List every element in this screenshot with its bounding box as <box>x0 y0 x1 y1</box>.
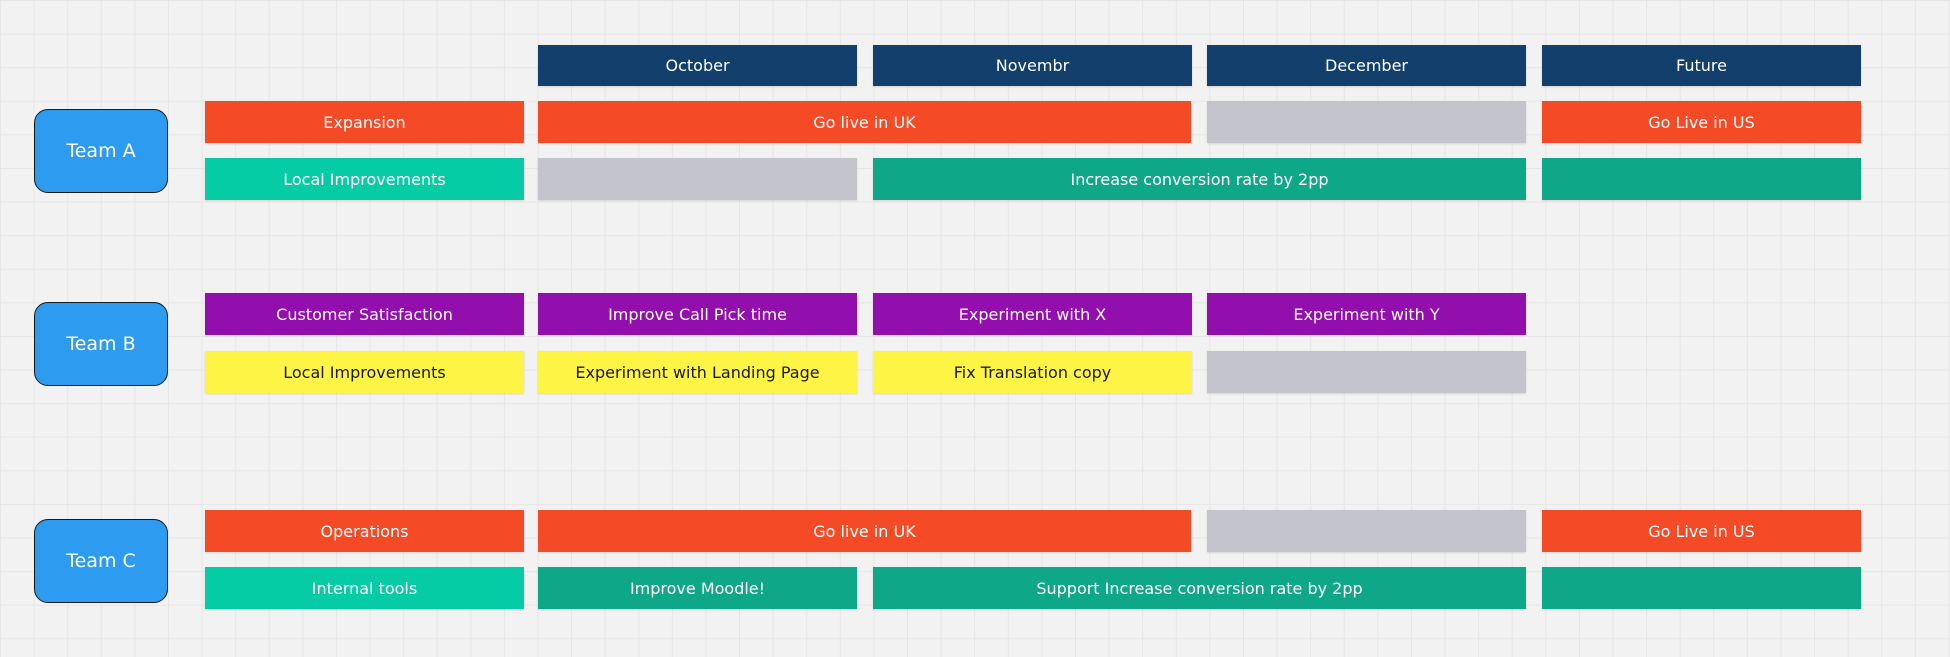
month-header-novembr[interactable]: Novembr <box>873 45 1192 86</box>
team-label-team-c[interactable]: Team C <box>34 519 168 603</box>
sticky-card-local-improvements[interactable]: Local Improvements <box>205 158 524 200</box>
sticky-card-increase-conversion-rate-by-2pp[interactable]: Increase conversion rate by 2pp <box>873 158 1526 200</box>
sticky-card-fix-translation-copy[interactable]: Fix Translation copy <box>873 351 1192 393</box>
empty-card[interactable] <box>1207 351 1526 393</box>
empty-card[interactable] <box>1542 158 1861 200</box>
empty-card[interactable] <box>1207 510 1526 552</box>
team-label-team-b[interactable]: Team B <box>34 302 168 386</box>
empty-card[interactable] <box>1542 567 1861 609</box>
empty-card[interactable] <box>1207 101 1526 143</box>
sticky-card-improve-moodle[interactable]: Improve Moodle! <box>538 567 857 609</box>
sticky-card-experiment-with-x[interactable]: Experiment with X <box>873 293 1192 335</box>
sticky-card-go-live-in-us[interactable]: Go Live in US <box>1542 101 1861 143</box>
team-label-team-a[interactable]: Team A <box>34 109 168 193</box>
sticky-card-go-live-in-uk[interactable]: Go live in UK <box>538 101 1191 143</box>
sticky-card-go-live-in-uk[interactable]: Go live in UK <box>538 510 1191 552</box>
sticky-card-local-improvements[interactable]: Local Improvements <box>205 351 524 393</box>
month-header-october[interactable]: October <box>538 45 857 86</box>
sticky-card-expansion[interactable]: Expansion <box>205 101 524 143</box>
sticky-card-experiment-with-y[interactable]: Experiment with Y <box>1207 293 1526 335</box>
sticky-card-operations[interactable]: Operations <box>205 510 524 552</box>
month-header-future[interactable]: Future <box>1542 45 1861 86</box>
month-header-december[interactable]: December <box>1207 45 1526 86</box>
sticky-card-support-increase-conversion-rate-by-2pp[interactable]: Support Increase conversion rate by 2pp <box>873 567 1526 609</box>
sticky-card-customer-satisfaction[interactable]: Customer Satisfaction <box>205 293 524 335</box>
sticky-card-experiment-with-landing-page[interactable]: Experiment with Landing Page <box>538 351 857 393</box>
empty-card[interactable] <box>538 158 857 200</box>
sticky-card-improve-call-pick-time[interactable]: Improve Call Pick time <box>538 293 857 335</box>
sticky-card-go-live-in-us[interactable]: Go Live in US <box>1542 510 1861 552</box>
sticky-card-internal-tools[interactable]: Internal tools <box>205 567 524 609</box>
